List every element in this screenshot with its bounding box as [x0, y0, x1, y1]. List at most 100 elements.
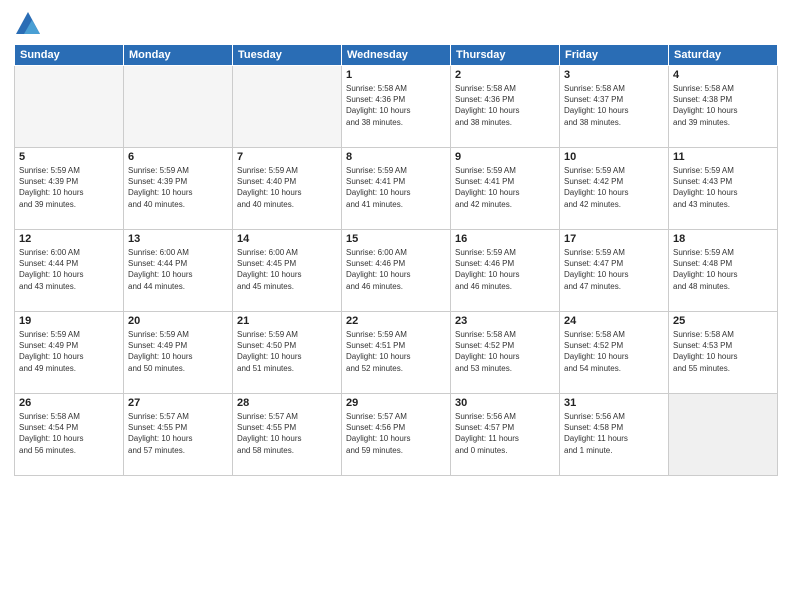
week-row-0: 1 Sunrise: 5:58 AM Sunset: 4:36 PM Daylig…: [15, 66, 778, 148]
day-cell: 7 Sunrise: 5:59 AM Sunset: 4:40 PM Daylig…: [233, 148, 342, 230]
day-info: Sunrise: 5:58 AM Sunset: 4:54 PM Dayligh…: [19, 411, 119, 456]
week-row-1: 5 Sunrise: 5:59 AM Sunset: 4:39 PM Daylig…: [15, 148, 778, 230]
day-cell: 2Sunrise: 5:58 AM Sunset: 4:36 PM Daylig…: [451, 66, 560, 148]
day-number: 14: [237, 233, 337, 245]
day-info: Sunrise: 5:58 AM Sunset: 4:53 PM Dayligh…: [673, 329, 773, 374]
day-number: 13: [128, 233, 228, 245]
day-info: Sunrise: 6:00 AM Sunset: 4:46 PM Dayligh…: [346, 247, 446, 292]
col-header-thursday: Thursday: [451, 45, 560, 66]
day-info: Sunrise: 5:59 AM Sunset: 4:41 PM Dayligh…: [346, 165, 446, 210]
day-number: 18: [673, 233, 773, 245]
week-row-3: 19 Sunrise: 5:59 AM Sunset: 4:49 PM Dayli…: [15, 312, 778, 394]
day-cell: 18Sunrise: 5:59 AM Sunset: 4:48 PM Dayli…: [669, 230, 778, 312]
col-header-tuesday: Tuesday: [233, 45, 342, 66]
col-header-friday: Friday: [560, 45, 669, 66]
day-cell: 12Sunrise: 6:00 AM Sunset: 4:44 PM Dayli…: [15, 230, 124, 312]
day-cell: 11 Sunrise: 5:59 AM Sunset: 4:43 PM Dayli…: [669, 148, 778, 230]
day-number: 21: [237, 315, 337, 327]
day-cell: 26 Sunrise: 5:58 AM Sunset: 4:54 PM Dayli…: [15, 394, 124, 476]
day-cell: 29 Sunrise: 5:57 AM Sunset: 4:56 PM Dayli…: [342, 394, 451, 476]
day-info: Sunrise: 6:00 AM Sunset: 4:44 PM Dayligh…: [19, 247, 119, 292]
day-info: Sunrise: 5:59 AM Sunset: 4:41 PM Dayligh…: [455, 165, 555, 210]
day-number: 22: [346, 315, 446, 327]
day-cell: 15 Sunrise: 6:00 AM Sunset: 4:46 PM Dayli…: [342, 230, 451, 312]
header-row: SundayMondayTuesdayWednesdayThursdayFrid…: [15, 45, 778, 66]
day-info: Sunrise: 5:59 AM Sunset: 4:40 PM Dayligh…: [237, 165, 337, 210]
day-cell: 19 Sunrise: 5:59 AM Sunset: 4:49 PM Dayli…: [15, 312, 124, 394]
day-number: 3: [564, 69, 664, 81]
day-cell: 5 Sunrise: 5:59 AM Sunset: 4:39 PM Daylig…: [15, 148, 124, 230]
day-number: 10: [564, 151, 664, 163]
day-cell: 10 Sunrise: 5:59 AM Sunset: 4:42 PM Dayli…: [560, 148, 669, 230]
day-number: 9: [455, 151, 555, 163]
day-number: 2: [455, 69, 555, 81]
day-number: 26: [19, 397, 119, 409]
day-number: 15: [346, 233, 446, 245]
day-info: Sunrise: 5:57 AM Sunset: 4:56 PM Dayligh…: [346, 411, 446, 456]
day-info: Sunrise: 5:56 AM Sunset: 4:57 PM Dayligh…: [455, 411, 555, 456]
day-info: Sunrise: 6:00 AM Sunset: 4:44 PM Dayligh…: [128, 247, 228, 292]
day-number: 25: [673, 315, 773, 327]
day-cell: 28Sunrise: 5:57 AM Sunset: 4:55 PM Dayli…: [233, 394, 342, 476]
day-info: Sunrise: 5:59 AM Sunset: 4:39 PM Dayligh…: [19, 165, 119, 210]
day-cell: 22 Sunrise: 5:59 AM Sunset: 4:51 PM Dayli…: [342, 312, 451, 394]
day-info: Sunrise: 6:00 AM Sunset: 4:45 PM Dayligh…: [237, 247, 337, 292]
day-number: 5: [19, 151, 119, 163]
day-cell: 16 Sunrise: 5:59 AM Sunset: 4:46 PM Dayli…: [451, 230, 560, 312]
day-cell: 1 Sunrise: 5:58 AM Sunset: 4:36 PM Daylig…: [342, 66, 451, 148]
day-cell: 14 Sunrise: 6:00 AM Sunset: 4:45 PM Dayli…: [233, 230, 342, 312]
calendar-table: SundayMondayTuesdayWednesdayThursdayFrid…: [14, 44, 778, 476]
logo-icon: [14, 10, 42, 38]
col-header-wednesday: Wednesday: [342, 45, 451, 66]
day-info: Sunrise: 5:59 AM Sunset: 4:43 PM Dayligh…: [673, 165, 773, 210]
day-number: 17: [564, 233, 664, 245]
day-number: 28: [237, 397, 337, 409]
day-cell: 27Sunrise: 5:57 AM Sunset: 4:55 PM Dayli…: [124, 394, 233, 476]
day-cell: 13 Sunrise: 6:00 AM Sunset: 4:44 PM Dayli…: [124, 230, 233, 312]
day-cell: 20 Sunrise: 5:59 AM Sunset: 4:49 PM Dayli…: [124, 312, 233, 394]
day-number: 11: [673, 151, 773, 163]
day-info: Sunrise: 5:59 AM Sunset: 4:50 PM Dayligh…: [237, 329, 337, 374]
day-info: Sunrise: 5:59 AM Sunset: 4:42 PM Dayligh…: [564, 165, 664, 210]
day-cell: [233, 66, 342, 148]
day-cell: [15, 66, 124, 148]
day-info: Sunrise: 5:59 AM Sunset: 4:46 PM Dayligh…: [455, 247, 555, 292]
calendar-container: SundayMondayTuesdayWednesdayThursdayFrid…: [0, 0, 792, 486]
day-info: Sunrise: 5:59 AM Sunset: 4:39 PM Dayligh…: [128, 165, 228, 210]
day-number: 19: [19, 315, 119, 327]
col-header-saturday: Saturday: [669, 45, 778, 66]
day-info: Sunrise: 5:58 AM Sunset: 4:38 PM Dayligh…: [673, 83, 773, 128]
day-number: 31: [564, 397, 664, 409]
day-cell: 24Sunrise: 5:58 AM Sunset: 4:52 PM Dayli…: [560, 312, 669, 394]
day-number: 29: [346, 397, 446, 409]
day-cell: 23Sunrise: 5:58 AM Sunset: 4:52 PM Dayli…: [451, 312, 560, 394]
day-info: Sunrise: 5:59 AM Sunset: 4:47 PM Dayligh…: [564, 247, 664, 292]
col-header-monday: Monday: [124, 45, 233, 66]
day-info: Sunrise: 5:58 AM Sunset: 4:37 PM Dayligh…: [564, 83, 664, 128]
day-cell: 3 Sunrise: 5:58 AM Sunset: 4:37 PM Daylig…: [560, 66, 669, 148]
day-cell: 6 Sunrise: 5:59 AM Sunset: 4:39 PM Daylig…: [124, 148, 233, 230]
day-info: Sunrise: 5:59 AM Sunset: 4:49 PM Dayligh…: [128, 329, 228, 374]
day-number: 7: [237, 151, 337, 163]
day-info: Sunrise: 5:56 AM Sunset: 4:58 PM Dayligh…: [564, 411, 664, 456]
day-number: 6: [128, 151, 228, 163]
day-cell: 4Sunrise: 5:58 AM Sunset: 4:38 PM Daylig…: [669, 66, 778, 148]
day-number: 20: [128, 315, 228, 327]
day-cell: 21 Sunrise: 5:59 AM Sunset: 4:50 PM Dayli…: [233, 312, 342, 394]
day-cell: 9 Sunrise: 5:59 AM Sunset: 4:41 PM Daylig…: [451, 148, 560, 230]
day-number: 27: [128, 397, 228, 409]
logo: [14, 10, 46, 38]
day-number: 1: [346, 69, 446, 81]
day-info: Sunrise: 5:59 AM Sunset: 4:49 PM Dayligh…: [19, 329, 119, 374]
day-info: Sunrise: 5:58 AM Sunset: 4:36 PM Dayligh…: [346, 83, 446, 128]
day-cell: [124, 66, 233, 148]
day-cell: 8 Sunrise: 5:59 AM Sunset: 4:41 PM Daylig…: [342, 148, 451, 230]
day-info: Sunrise: 5:58 AM Sunset: 4:52 PM Dayligh…: [564, 329, 664, 374]
day-number: 23: [455, 315, 555, 327]
day-cell: 30Sunrise: 5:56 AM Sunset: 4:57 PM Dayli…: [451, 394, 560, 476]
day-cell: 31 Sunrise: 5:56 AM Sunset: 4:58 PM Dayli…: [560, 394, 669, 476]
day-number: 8: [346, 151, 446, 163]
header: [14, 10, 778, 38]
day-info: Sunrise: 5:59 AM Sunset: 4:51 PM Dayligh…: [346, 329, 446, 374]
day-number: 16: [455, 233, 555, 245]
